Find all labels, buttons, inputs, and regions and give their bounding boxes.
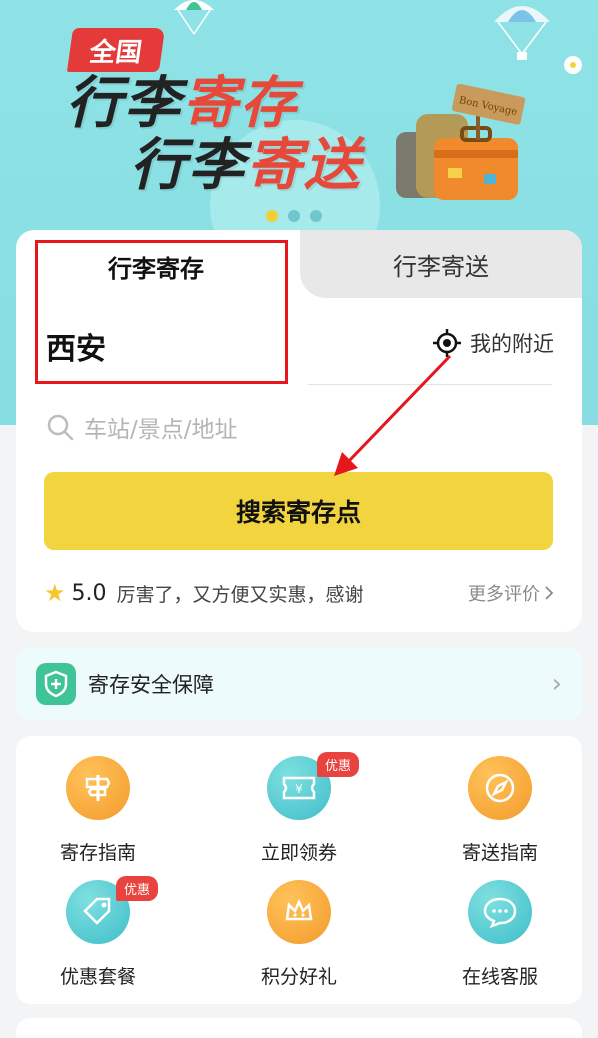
tab-label: 行李寄送 bbox=[393, 252, 489, 281]
chevron-right-icon: › bbox=[551, 669, 562, 699]
nearby-button[interactable]: 我的附近 bbox=[432, 328, 554, 358]
flower-icon bbox=[564, 56, 582, 74]
suitcase-illustration: Bon Voyage bbox=[396, 84, 526, 200]
rating-score: 5.0 bbox=[71, 580, 107, 606]
hero-headline-storage: 行李寄存 bbox=[66, 71, 298, 136]
service-delivery-guide[interactable]: 寄送指南 bbox=[420, 756, 580, 865]
carousel-dot[interactable] bbox=[310, 210, 322, 222]
service-get-coupon[interactable]: ¥ 优惠 立即领券 bbox=[219, 752, 379, 865]
service-points-gifts[interactable]: 积分好礼 bbox=[219, 880, 379, 989]
service-label: 在线客服 bbox=[461, 966, 538, 988]
chat-bubble-icon bbox=[468, 880, 532, 944]
crown-icon bbox=[267, 880, 331, 944]
service-storage-guide[interactable]: 寄存指南 bbox=[18, 756, 178, 865]
search-storage-button[interactable]: 搜索寄存点 bbox=[44, 472, 553, 550]
compass-icon bbox=[468, 756, 532, 820]
service-online-support[interactable]: 在线客服 bbox=[420, 880, 580, 989]
city-selector[interactable]: 西安 bbox=[46, 324, 106, 368]
review-text: 厉害了，又方便又实惠，感谢 bbox=[116, 583, 364, 606]
coupon-icon: ¥ 优惠 bbox=[267, 752, 360, 820]
carousel-dot[interactable] bbox=[288, 210, 300, 222]
nationwide-badge: 全国 bbox=[66, 28, 166, 72]
review-summary: ★ 5.0 厉害了，又方便又实惠，感谢 更多评价 bbox=[44, 578, 554, 608]
star-icon: ★ bbox=[44, 579, 66, 607]
carousel-dot[interactable] bbox=[266, 210, 278, 222]
location-row: 西安 我的附近 bbox=[16, 316, 582, 384]
search-card: 行李寄存 行李寄送 西安 我的附近 车站/景点/地址 搜索寄存点 ★ 5.0 厉… bbox=[16, 230, 582, 632]
shield-icon bbox=[36, 663, 76, 705]
tab-luggage-delivery[interactable]: 行李寄送 bbox=[300, 230, 582, 298]
price-tag-icon: 优惠 bbox=[66, 876, 159, 944]
chevron-right-icon bbox=[545, 586, 554, 600]
search-input[interactable]: 车站/景点/地址 bbox=[46, 410, 238, 444]
storage-safety-row[interactable]: 寄存安全保障 › bbox=[16, 648, 582, 720]
hero-headline-delivery: 行李寄送 bbox=[130, 133, 362, 198]
service-label: 寄送指南 bbox=[461, 842, 538, 864]
service-label: 寄存指南 bbox=[59, 842, 136, 864]
discount-badge: 优惠 bbox=[317, 752, 360, 777]
more-reviews-label: 更多评价 bbox=[468, 584, 540, 605]
parachute-icon bbox=[494, 6, 550, 60]
crosshair-icon bbox=[433, 329, 461, 357]
carousel-indicator bbox=[266, 210, 322, 222]
search-icon bbox=[47, 414, 74, 441]
parachute-icon bbox=[174, 0, 214, 35]
signpost-icon bbox=[66, 756, 130, 820]
tab-label: 行李寄存 bbox=[108, 254, 204, 283]
tab-bar: 行李寄存 行李寄送 bbox=[16, 230, 582, 298]
safety-label: 寄存安全保障 bbox=[88, 673, 214, 697]
service-label: 优惠套餐 bbox=[59, 966, 136, 988]
service-discount-package[interactable]: 优惠 优惠套餐 bbox=[18, 876, 178, 989]
service-label: 立即领券 bbox=[260, 842, 337, 864]
service-label: 积分好礼 bbox=[260, 966, 337, 988]
next-section bbox=[16, 1018, 582, 1038]
divider bbox=[308, 384, 552, 385]
nearby-label: 我的附近 bbox=[470, 332, 554, 356]
discount-badge: 优惠 bbox=[116, 876, 159, 901]
service-grid: 寄存指南 ¥ 优惠 立即领券 寄送指南 优惠 优惠套餐 积分好礼 在线客服 bbox=[16, 736, 582, 1004]
tab-luggage-storage[interactable]: 行李寄存 bbox=[16, 230, 300, 298]
search-placeholder: 车站/景点/地址 bbox=[84, 417, 238, 443]
svg-text:¥: ¥ bbox=[295, 782, 303, 796]
more-reviews-link[interactable]: 更多评价 bbox=[468, 580, 554, 606]
